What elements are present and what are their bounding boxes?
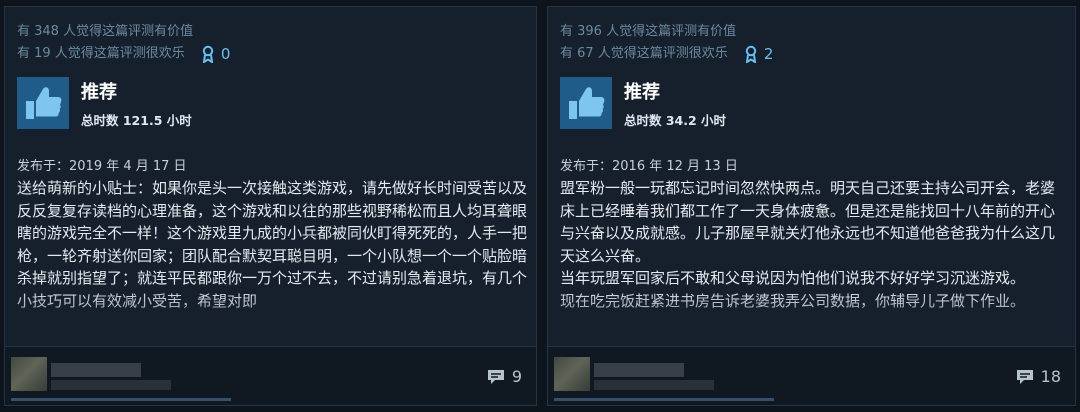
thumbs-up-icon xyxy=(569,87,605,119)
playtime-hours: 总时数 121.5 小时 xyxy=(81,112,192,128)
award-button[interactable]: 2 xyxy=(744,43,774,65)
blurred-username[interactable] xyxy=(594,363,684,377)
helpful-count-text: 有 396 人觉得这篇评测有价值 xyxy=(560,24,737,39)
comment-bubble-icon xyxy=(1016,369,1033,384)
recommendation-header: 推荐 总时数 34.2 小时 xyxy=(560,77,726,129)
review-footer: 18 xyxy=(548,346,1075,405)
helpful-count-text: 有 348 人觉得这篇评测有价值 xyxy=(17,24,194,39)
funny-count-text: 有 67 人觉得这篇评测很欢乐 xyxy=(560,46,728,61)
recommendation-header: 推荐 总时数 121.5 小时 xyxy=(17,77,192,129)
thumbs-up-badge[interactable] xyxy=(560,77,612,129)
thumbs-up-icon xyxy=(26,87,62,119)
posted-date: 发布于：2016 年 12 月 13 日 xyxy=(560,159,738,174)
helpful-info: 有 348 人觉得这篇评测有价值 有 19 人觉得这篇评测很欢乐 0 xyxy=(17,21,230,65)
blurred-progress-bar xyxy=(11,398,231,401)
award-ribbon-icon xyxy=(745,45,757,63)
blurred-user-info xyxy=(51,380,171,390)
review-card: 有 348 人觉得这篇评测有价值 有 19 人觉得这篇评测很欢乐 0 推荐 总时… xyxy=(4,6,537,406)
comment-bubble-icon xyxy=(487,369,504,384)
blurred-avatar[interactable] xyxy=(554,357,590,391)
funny-count-text: 有 19 人觉得这篇评测很欢乐 xyxy=(17,46,185,61)
posted-date: 发布于：2019 年 4 月 17 日 xyxy=(17,159,187,174)
review-footer: 9 xyxy=(5,346,536,405)
blurred-user-info xyxy=(594,380,714,390)
comments-button[interactable]: 18 xyxy=(1015,367,1061,386)
award-button[interactable]: 0 xyxy=(201,43,231,65)
comments-button[interactable]: 9 xyxy=(486,367,522,386)
award-count: 0 xyxy=(220,45,231,63)
helpful-info: 有 396 人觉得这篇评测有价值 有 67 人觉得这篇评测很欢乐 2 xyxy=(560,21,773,65)
recommendation-label: 推荐 xyxy=(624,81,660,103)
comment-count: 9 xyxy=(511,367,522,386)
thumbs-up-badge[interactable] xyxy=(17,77,69,129)
blurred-progress-bar xyxy=(554,398,774,401)
award-count: 2 xyxy=(763,45,774,63)
award-ribbon-icon xyxy=(202,45,214,63)
blurred-username[interactable] xyxy=(51,363,141,377)
review-card: 有 396 人觉得这篇评测有价值 有 67 人觉得这篇评测很欢乐 2 推荐 总时… xyxy=(547,6,1076,406)
playtime-hours: 总时数 34.2 小时 xyxy=(624,112,727,128)
blurred-avatar[interactable] xyxy=(11,357,47,391)
comment-count: 18 xyxy=(1040,367,1061,386)
recommendation-label: 推荐 xyxy=(81,81,117,103)
